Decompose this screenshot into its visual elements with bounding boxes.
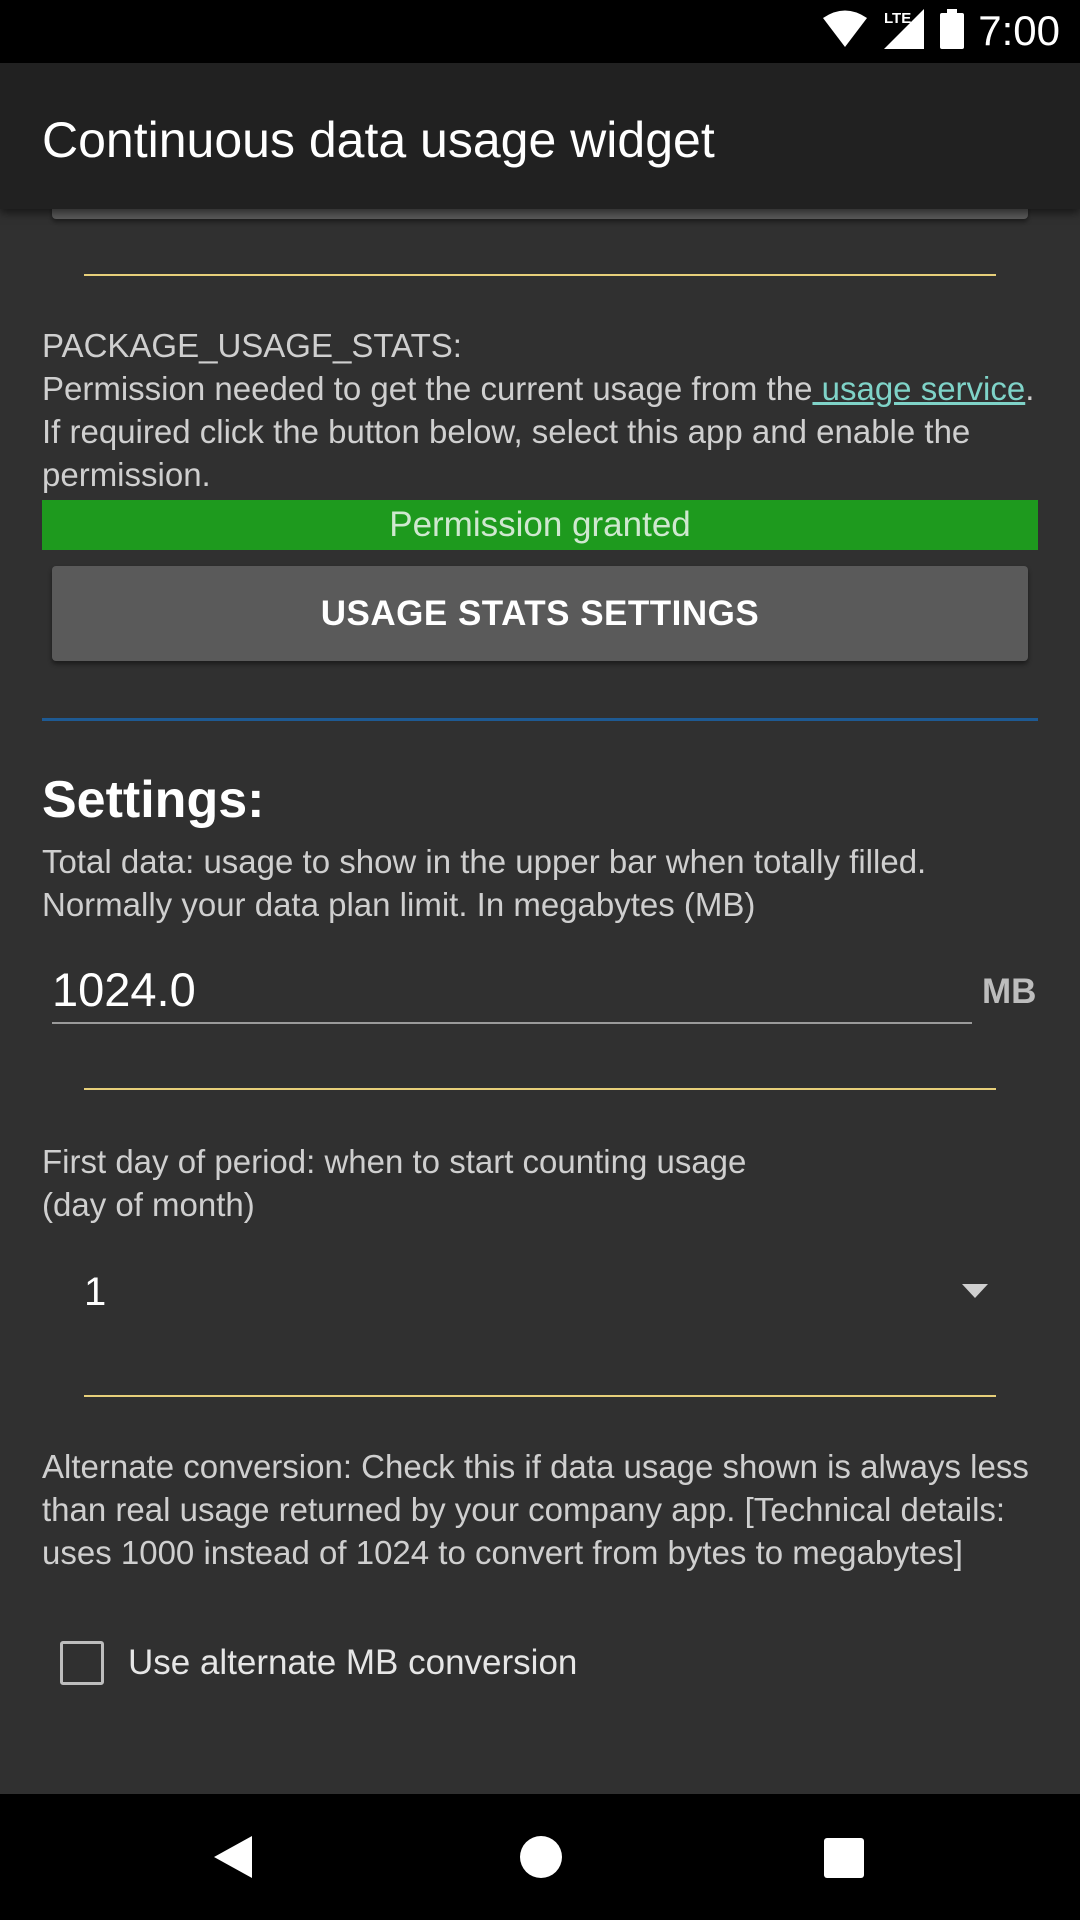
section-divider	[84, 1088, 996, 1090]
recents-icon[interactable]	[824, 1838, 864, 1878]
wifi-icon	[822, 9, 868, 54]
permission-status-badge: Permission granted	[42, 500, 1038, 550]
lte-signal-icon: LTE	[882, 7, 926, 56]
lte-label: LTE	[884, 10, 911, 27]
battery-icon	[940, 8, 965, 54]
settings-heading: Settings:	[42, 771, 265, 829]
status-bar: LTE 7:00	[0, 0, 1080, 63]
permission-name: PACKAGE_USAGE_STATS:	[42, 327, 462, 364]
unit-label: MB	[982, 972, 1037, 1011]
alternate-conversion-row[interactable]: Use alternate MB conversion	[60, 1638, 577, 1688]
permission-description: Permission needed to get the current usa…	[42, 367, 1042, 496]
first-day-selected-value: 1	[84, 1270, 107, 1314]
home-icon[interactable]	[520, 1836, 562, 1878]
total-data-input[interactable]: 1024.0	[52, 960, 972, 1020]
status-clock: 7:00	[978, 7, 1060, 54]
first-day-select[interactable]: 1	[84, 1262, 996, 1322]
section-divider	[84, 1395, 996, 1397]
permission-desc-text: Permission needed to get the current usa…	[42, 370, 813, 407]
usage-service-link[interactable]: usage service	[812, 370, 1026, 407]
back-icon[interactable]	[214, 1836, 252, 1878]
status-icons: LTE 7:00	[822, 6, 1060, 56]
section-divider-blue	[42, 718, 1038, 721]
first-day-description-line2: (day of month)	[42, 1186, 255, 1223]
first-day-description-line1: First day of period: when to start count…	[42, 1143, 747, 1180]
section-divider	[84, 274, 996, 276]
alternate-conversion-description: Alternate conversion: Check this if data…	[42, 1448, 1029, 1571]
chevron-down-icon	[962, 1284, 988, 1298]
usage-stats-settings-button[interactable]: USAGE STATS SETTINGS	[52, 566, 1028, 661]
alternate-conversion-label[interactable]: Use alternate MB conversion	[128, 1643, 577, 1683]
alternate-conversion-checkbox[interactable]	[60, 1641, 104, 1685]
total-data-underline	[52, 1022, 972, 1024]
page-title: Continuous data usage widget	[42, 112, 715, 168]
navigation-bar	[0, 1794, 1080, 1920]
total-data-description: Total data: usage to show in the upper b…	[42, 843, 927, 923]
app-bar: Continuous data usage widget	[0, 63, 1080, 209]
